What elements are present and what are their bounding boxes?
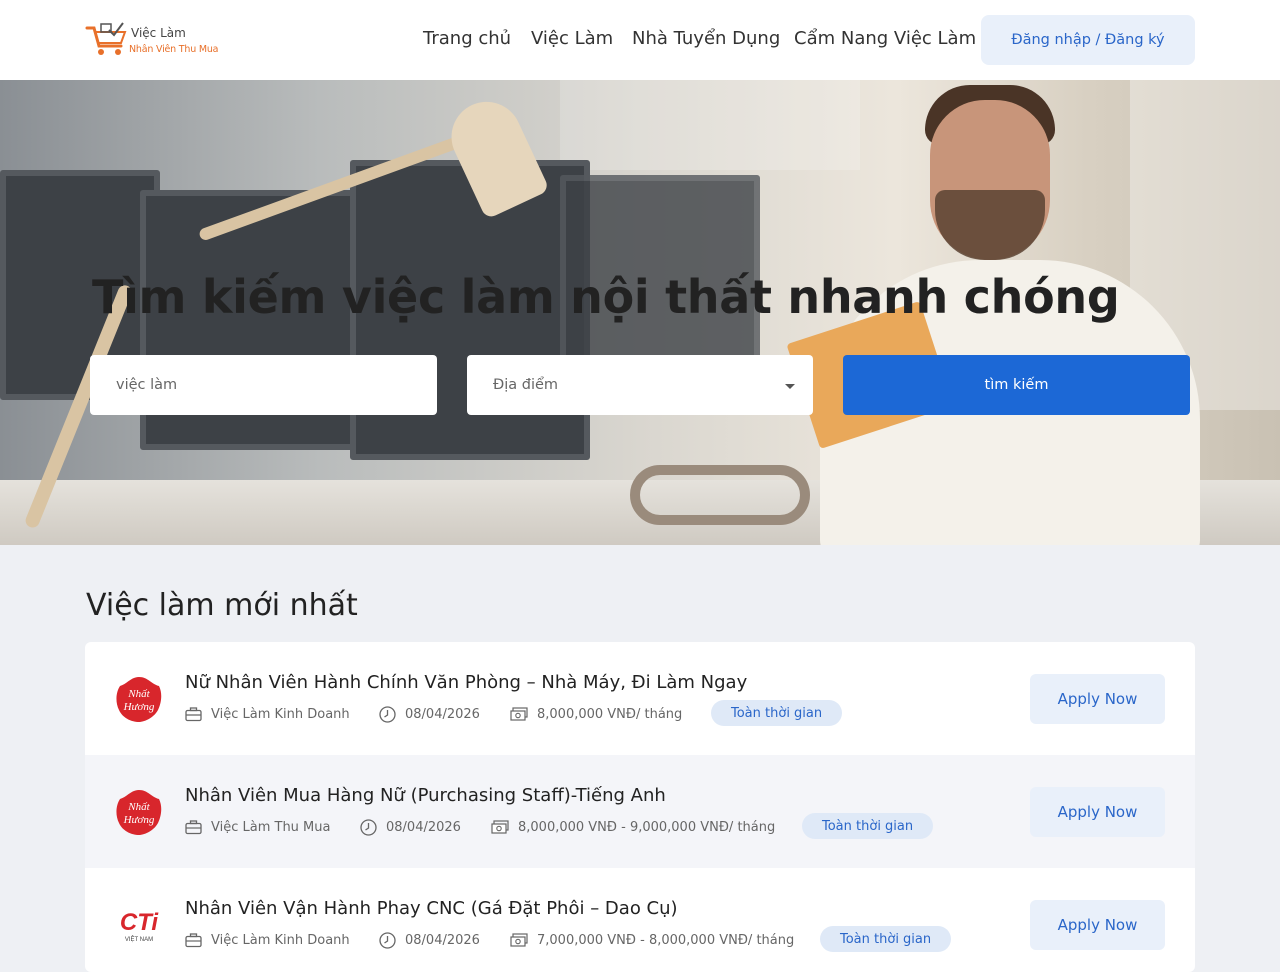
site-header: Việc Làm Nhân Viên Thu Mua Trang chủ Việ… [0, 0, 1280, 80]
nav-career-guide[interactable]: Cẩm Nang Việc Làm [794, 28, 976, 49]
nav-employers[interactable]: Nhà Tuyển Dụng [632, 28, 780, 49]
job-date: 08/04/2026 [379, 704, 480, 724]
job-card[interactable]: Nhất Hương Nhân Viên Mua Hàng Nữ (Purcha… [85, 755, 1195, 868]
nhat-huong-logo: Nhất Hương [116, 677, 162, 722]
logo-line1: Việc Làm [131, 26, 186, 40]
job-title[interactable]: Nhân Viên Mua Hàng Nữ (Purchasing Staff)… [185, 785, 666, 806]
money-icon [510, 706, 528, 721]
svg-text:Nhất: Nhất [127, 801, 150, 813]
latest-jobs-title: Việc làm mới nhất [86, 588, 358, 623]
svg-text:CTi: CTi [120, 909, 160, 936]
job-date: 08/04/2026 [379, 930, 480, 950]
money-icon [510, 932, 528, 947]
location-select[interactable]: Địa điểm [467, 355, 813, 415]
nav-jobs[interactable]: Việc Làm [531, 28, 613, 49]
clock-icon [360, 818, 377, 836]
clock-icon [379, 931, 396, 949]
cti-vietnam-logo: CTi VIỆT NAM [120, 909, 160, 943]
nhat-huong-logo: Nhất Hương [116, 790, 162, 835]
job-card[interactable]: Nhất Hương Nữ Nhân Viên Hành Chính Văn P… [85, 642, 1195, 755]
svg-text:VIỆT NAM: VIỆT NAM [125, 935, 153, 943]
briefcase-icon [185, 932, 202, 947]
job-card[interactable]: CTi VIỆT NAM Nhân Viên Vận Hành Phay CNC… [85, 868, 1195, 972]
job-title[interactable]: Nhân Viên Vận Hành Phay CNC (Gá Đặt Phôi… [185, 898, 678, 919]
location-placeholder: Địa điểm [493, 377, 559, 393]
job-category: Việc Làm Kinh Doanh [185, 930, 350, 950]
clock-icon [379, 705, 396, 723]
job-salary: 8,000,000 VNĐ - 9,000,000 VNĐ/ tháng [491, 817, 775, 837]
job-list: Nhất Hương Nữ Nhân Viên Hành Chính Văn P… [85, 642, 1195, 972]
job-type-badge: Toàn thời gian [711, 700, 843, 726]
site-logo[interactable]: Việc Làm Nhân Viên Thu Mua [85, 20, 235, 60]
apply-now-button[interactable]: Apply Now [1030, 900, 1165, 950]
svg-text:Hương: Hương [123, 701, 155, 713]
briefcase-icon [185, 819, 202, 834]
hero-banner: Tìm kiếm việc làm nội thất nhanh chóng Đ… [0, 80, 1280, 545]
job-type-badge: Toàn thời gian [820, 926, 952, 952]
svg-text:Nhất: Nhất [127, 688, 150, 700]
apply-now-button[interactable]: Apply Now [1030, 787, 1165, 837]
money-icon [491, 819, 509, 834]
briefcase-icon [185, 706, 202, 721]
job-salary: 8,000,000 VNĐ/ tháng [510, 704, 682, 724]
hero-title: Tìm kiếm việc làm nội thất nhanh chóng [92, 270, 1120, 324]
logo-line2: Nhân Viên Thu Mua [129, 44, 219, 55]
job-category: Việc Làm Kinh Doanh [185, 704, 350, 724]
job-salary: 7,000,000 VNĐ - 8,000,000 VNĐ/ tháng [510, 930, 794, 950]
login-register-button[interactable]: Đăng nhập / Đăng ký [981, 15, 1195, 65]
svg-text:Hương: Hương [123, 814, 155, 826]
cart-icon [85, 22, 127, 55]
apply-now-button[interactable]: Apply Now [1030, 674, 1165, 724]
job-title[interactable]: Nữ Nhân Viên Hành Chính Văn Phòng – Nhà … [185, 672, 747, 693]
search-button[interactable]: tìm kiếm [843, 355, 1190, 415]
job-date: 08/04/2026 [360, 817, 461, 837]
job-category: Việc Làm Thu Mua [185, 817, 330, 837]
job-search-input[interactable] [90, 355, 437, 415]
nav-home[interactable]: Trang chủ [423, 28, 511, 49]
job-type-badge: Toàn thời gian [802, 813, 934, 839]
caret-down-icon [785, 384, 795, 389]
